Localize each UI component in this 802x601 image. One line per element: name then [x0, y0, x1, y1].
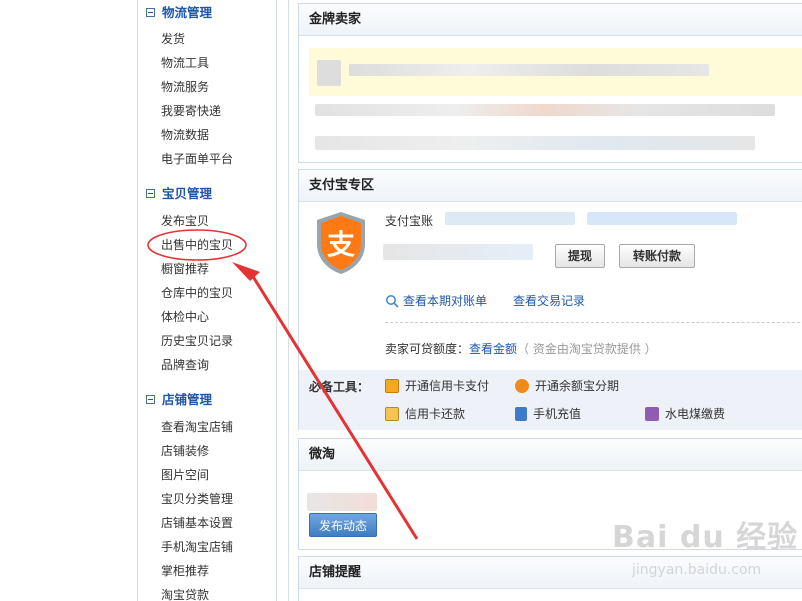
withdraw-button[interactable]: 提现 — [555, 244, 605, 268]
panel-title: 金牌卖家 — [299, 4, 802, 36]
gold-seller-panel: 金牌卖家 — [298, 3, 802, 163]
sidebar-item-logistics-service[interactable]: 物流服务 — [161, 78, 209, 96]
tools-bar: 必备工具： 开通信用卡支付 开通余额宝分期 信用卡还款 手机充值 水电煤缴费 — [299, 370, 802, 430]
credit-line: 卖家可贷额度：查看金额（ 资金由淘宝贷款提供 ） — [385, 342, 657, 356]
tools-label: 必备工具： — [309, 380, 370, 394]
transfer-button[interactable]: 转账付款 — [619, 244, 695, 268]
collapse-icon[interactable] — [146, 395, 155, 404]
watermark: Bai du 经验 jingyan.baidu.com — [612, 520, 799, 578]
sidebar-group-items[interactable]: 宝贝管理 — [146, 185, 212, 203]
sidebar-item-shop-settings[interactable]: 店铺基本设置 — [161, 514, 233, 532]
sidebar-item-mobile-shop[interactable]: 手机淘宝店铺 — [161, 538, 233, 556]
sidebar-group-shop[interactable]: 店铺管理 — [146, 391, 212, 409]
sidebar-item-logistics-tools[interactable]: 物流工具 — [161, 54, 209, 72]
sidebar-item-send-express[interactable]: 我要寄快递 — [161, 102, 221, 120]
credit-amount-link[interactable]: 查看金额 — [469, 342, 517, 356]
sidebar-item-image-space[interactable]: 图片空间 — [161, 466, 209, 484]
account-label: 支付宝账 — [385, 214, 434, 228]
phone-topup-link[interactable]: 手机充值 — [515, 405, 581, 422]
sidebar-item-shop-decor[interactable]: 店铺装修 — [161, 442, 209, 460]
sidebar-item-e-waybill[interactable]: 电子面单平台 — [161, 150, 233, 168]
sidebar-item-showcase[interactable]: 橱窗推荐 — [161, 260, 209, 278]
credit-card-icon — [385, 406, 399, 421]
collapse-icon[interactable] — [146, 189, 155, 198]
sidebar: 物流管理 发货 物流工具 物流服务 我要寄快递 物流数据 电子面单平台 宝贝管理… — [137, 0, 277, 601]
alipay-logo-icon: 支 — [317, 212, 365, 274]
publish-button[interactable]: 发布动态 — [309, 513, 377, 537]
divider — [288, 0, 289, 601]
sidebar-item-category-manage[interactable]: 宝贝分类管理 — [161, 490, 233, 508]
phone-icon — [515, 406, 527, 421]
credit-repay-link[interactable]: 信用卡还款 — [385, 405, 465, 422]
yuebao-link[interactable]: 开通余额宝分期 — [515, 377, 619, 394]
sidebar-item-history[interactable]: 历史宝贝记录 — [161, 332, 233, 350]
notice-box — [309, 48, 802, 96]
alipay-panel: 支付宝专区 支 支付宝账 提现 转账付款 查看本期对账单 查看交易记录 卖家可贷… — [298, 169, 802, 430]
sidebar-item-health-check[interactable]: 体检中心 — [161, 308, 209, 326]
transactions-link[interactable]: 查看交易记录 — [513, 292, 585, 309]
sidebar-item-ship[interactable]: 发货 — [161, 30, 185, 48]
card-icon — [385, 378, 399, 393]
sidebar-item-view-shop[interactable]: 查看淘宝店铺 — [161, 418, 233, 436]
blurred-text — [315, 104, 775, 116]
sidebar-item-logistics-data[interactable]: 物流数据 — [161, 126, 209, 144]
panel-title: 支付宝专区 — [299, 170, 802, 202]
credit-card-pay-link[interactable]: 开通信用卡支付 — [385, 377, 489, 394]
panel-title: 微淘 — [299, 439, 802, 471]
statement-link[interactable]: 查看本期对账单 — [385, 292, 487, 309]
utilities-link[interactable]: 水电煤缴费 — [645, 405, 725, 422]
money-bag-icon — [515, 378, 529, 393]
sidebar-item-recommend[interactable]: 掌柜推荐 — [161, 562, 209, 580]
blurred-text — [315, 136, 755, 150]
sidebar-item-items-on-sale[interactable]: 出售中的宝贝 — [161, 236, 233, 254]
collapse-icon[interactable] — [146, 8, 155, 17]
svg-text:支: 支 — [327, 228, 355, 261]
sidebar-group-logistics[interactable]: 物流管理 — [146, 4, 212, 22]
sidebar-item-brand-query[interactable]: 品牌查询 — [161, 356, 209, 374]
sidebar-item-loan[interactable]: 淘宝贷款 — [161, 586, 209, 601]
search-icon — [386, 294, 399, 308]
utility-icon — [645, 406, 659, 421]
sidebar-item-publish-item[interactable]: 发布宝贝 — [161, 212, 209, 230]
sidebar-item-warehouse-items[interactable]: 仓库中的宝贝 — [161, 284, 233, 302]
divider — [385, 322, 802, 323]
